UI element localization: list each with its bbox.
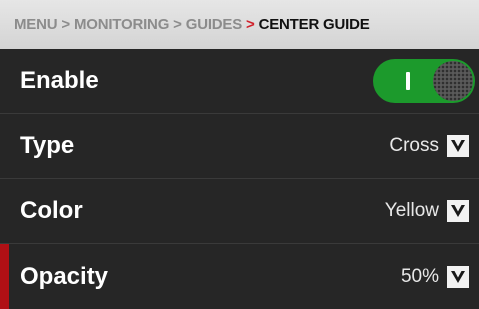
chevron-down-icon[interactable] — [447, 135, 469, 157]
breadcrumb-current-page: CENTER GUIDE — [258, 16, 370, 33]
breadcrumb-separator: > — [173, 16, 182, 33]
setting-label-opacity: Opacity — [20, 262, 109, 290]
type-value: Cross — [389, 135, 439, 156]
chevron-down-icon[interactable] — [447, 200, 469, 222]
setting-label-color: Color — [20, 197, 83, 224]
setting-label-enable: Enable — [20, 67, 99, 94]
breadcrumb-item-guides[interactable]: GUIDES — [186, 16, 243, 33]
type-dropdown[interactable]: Cross — [389, 135, 469, 157]
color-dropdown[interactable]: Yellow — [385, 200, 469, 222]
selection-marker — [0, 244, 9, 309]
setting-row-type[interactable]: Type Cross — [0, 114, 479, 179]
settings-list: Enable Type Cross Color Yellow Opacity 5… — [0, 49, 479, 309]
color-value: Yellow — [384, 200, 439, 221]
breadcrumb-separator: > — [61, 16, 70, 33]
breadcrumb-item-monitoring[interactable]: MONITORING — [74, 16, 169, 33]
setting-row-opacity[interactable]: Opacity 50% — [0, 244, 479, 309]
setting-label-type: Type — [20, 132, 75, 159]
setting-row-color[interactable]: Color Yellow — [0, 179, 479, 244]
setting-row-enable[interactable]: Enable — [0, 49, 479, 114]
toggle-knob[interactable] — [433, 61, 473, 101]
opacity-dropdown[interactable]: 50% — [400, 265, 469, 288]
enable-toggle[interactable] — [373, 59, 475, 103]
chevron-down-icon[interactable] — [447, 265, 469, 288]
toggle-on-indicator-icon — [406, 72, 410, 90]
breadcrumb-item-menu[interactable]: MENU — [14, 16, 58, 33]
breadcrumb: MENU > MONITORING > GUIDES > CENTER GUID… — [0, 0, 479, 49]
breadcrumb-separator-active: > — [246, 16, 255, 33]
opacity-value: 50% — [400, 265, 439, 287]
